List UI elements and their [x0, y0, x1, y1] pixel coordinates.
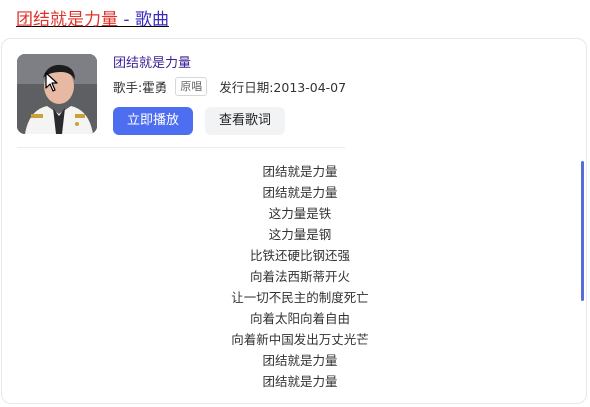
- view-lyrics-button[interactable]: 查看歌词: [205, 107, 285, 135]
- lyric-line: 这力量是铁: [268, 206, 332, 221]
- album-cover-image[interactable]: [17, 54, 97, 134]
- arrow-cursor-icon: [45, 72, 58, 92]
- lyric-line: 这力量是钢: [268, 227, 332, 242]
- lyric-line: 团结就是力量: [262, 185, 338, 200]
- singer-label: 歌手:霍勇: [113, 80, 168, 95]
- lyric-line: 向着新中国发出万丈光芒: [231, 332, 369, 347]
- play-now-button[interactable]: 立即播放: [113, 107, 193, 135]
- lyric-line: 团结就是力量: [262, 164, 338, 179]
- lyric-line: 团结就是力量: [262, 374, 338, 389]
- lyric-line: 向着太阳向着自由: [249, 311, 350, 326]
- divider: [17, 147, 345, 148]
- singer-portrait-icon: [17, 54, 97, 134]
- original-badge: 原唱: [175, 77, 208, 96]
- lyrics-scrollbar[interactable]: [581, 161, 584, 301]
- lyric-line: 团结就是力量: [262, 353, 338, 368]
- lyric-line: 比铁还硬比钢还强: [249, 248, 350, 263]
- title-separator[interactable]: -: [118, 10, 135, 30]
- lyric-line: 向着法西斯蒂开火: [249, 269, 350, 284]
- song-title-link[interactable]: 团结就是力量 - 歌曲: [16, 9, 169, 31]
- song-card: 团结就是力量 歌手:霍勇 原唱 发行日期:2013-04-07 立即播放 查看歌…: [1, 38, 587, 404]
- title-category[interactable]: 歌曲: [135, 10, 169, 30]
- song-title-text[interactable]: 团结就是力量: [16, 10, 118, 30]
- lyric-line: 让一切不民主的制度死亡: [231, 290, 369, 305]
- release-date: 发行日期:2013-04-07: [219, 80, 347, 95]
- lyrics-panel[interactable]: 团结就是力量 团结就是力量 这力量是铁 这力量是钢 比铁还硬比钢还强 向着法西斯…: [17, 161, 583, 401]
- song-name[interactable]: 团结就是力量: [113, 52, 191, 71]
- song-meta: 歌手:霍勇 原唱 发行日期:2013-04-07: [113, 77, 346, 96]
